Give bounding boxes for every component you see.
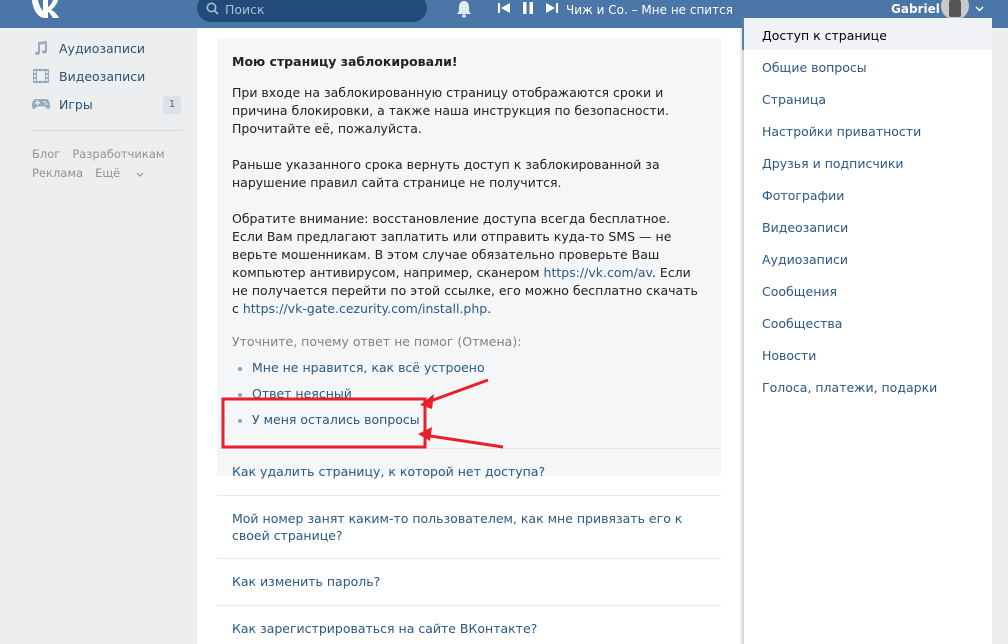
vk-logo[interactable] xyxy=(30,0,68,18)
search-input[interactable]: Поиск xyxy=(225,2,265,17)
feedback-cancel-link[interactable]: Отмена xyxy=(462,334,512,349)
faq-question-item[interactable]: Мой номер занят каким-то пользователем, … xyxy=(217,495,721,558)
active-item-indicator xyxy=(742,18,744,50)
faq-paragraph: Обратите внимание: восстановление доступ… xyxy=(232,210,702,318)
faq-title[interactable]: Мою страницу заблокировали! xyxy=(232,54,458,69)
faq-question-link[interactable]: Как зарегистрироваться на сайте ВКонтакт… xyxy=(232,620,702,637)
bell-icon[interactable] xyxy=(455,0,473,21)
category-payments[interactable]: Голоса, платежи, подарки xyxy=(762,380,937,395)
link-cezurity[interactable]: https://vk-gate.cezurity.com/install.php xyxy=(243,301,487,316)
search-box[interactable]: Поиск xyxy=(197,0,427,22)
faq-paragraph: Раньше указанного срока вернуть доступ к… xyxy=(232,157,660,190)
category-communities[interactable]: Сообщества xyxy=(762,316,842,331)
footer-link-ads[interactable]: Реклама xyxy=(32,166,83,180)
bullet xyxy=(238,393,242,397)
sidebar-item-video[interactable]: Видеозаписи xyxy=(30,62,182,90)
help-categories-menu: Доступ к странице Общие вопросы Страница… xyxy=(742,18,992,644)
footer-link-more[interactable]: Ещё xyxy=(95,166,144,180)
faq-question-link[interactable]: Как удалить страницу, к которой нет дост… xyxy=(232,463,702,480)
footer-link-blog[interactable]: Блог xyxy=(32,147,60,161)
sidebar-item-audio[interactable]: Аудиозаписи xyxy=(30,34,182,62)
feedback-prompt-suffix: ): xyxy=(512,334,522,349)
faq-question-item[interactable]: Как зарегистрироваться на сайте ВКонтакт… xyxy=(217,605,721,644)
feedback-prompt-text: Уточните, почему ответ не помог ( xyxy=(232,334,463,349)
bullet xyxy=(238,367,242,371)
link-vk-av[interactable]: https://vk.com/av xyxy=(544,265,652,280)
feedback-option-unclear[interactable]: Ответ неясный xyxy=(252,386,352,401)
previous-track-icon[interactable] xyxy=(497,1,511,15)
faq-text: Обратите внимание: восстановление доступ… xyxy=(232,211,671,226)
avatar[interactable] xyxy=(941,0,969,20)
film-icon xyxy=(33,69,49,83)
chevron-down-icon xyxy=(136,172,144,177)
sidebar-item-games[interactable]: Игры 1 xyxy=(30,90,182,118)
category-general[interactable]: Общие вопросы xyxy=(762,60,867,75)
sidebar-item-label: Аудиозаписи xyxy=(59,40,145,56)
sidebar-item-label: Видеозаписи xyxy=(59,68,146,84)
category-page[interactable]: Страница xyxy=(762,92,826,107)
category-friends[interactable]: Друзья и подписчики xyxy=(762,156,904,171)
music-icon xyxy=(35,41,47,55)
sidebar-item-label: Игры xyxy=(59,96,93,112)
sidebar-footer-links: Блог Разработчикам Реклама Ещё xyxy=(30,145,182,183)
search-icon xyxy=(206,2,219,15)
faq-question-link[interactable]: Как изменить пароль? xyxy=(232,573,702,590)
category-privacy[interactable]: Настройки приватности xyxy=(762,124,921,139)
sidebar-divider xyxy=(32,130,182,131)
current-track-title[interactable]: Чиж и Со. – Мне не спится xyxy=(566,3,733,17)
category-messages[interactable]: Сообщения xyxy=(762,284,837,299)
faq-question-link[interactable]: Мой номер занят каким-то пользователем, … xyxy=(232,510,702,544)
gamepad-icon xyxy=(32,99,50,110)
feedback-option-questions[interactable]: У меня остались вопросы xyxy=(252,412,420,427)
audio-player-controls xyxy=(497,1,559,15)
next-track-icon[interactable] xyxy=(545,1,559,15)
feedback-prompt: Уточните, почему ответ не помог (Отмена)… xyxy=(232,334,521,349)
faq-expanded-answer: Мою страницу заблокировали! При входе на… xyxy=(217,38,721,476)
category-access[interactable]: Доступ к странице xyxy=(762,28,887,43)
user-name[interactable]: Gabriel xyxy=(891,2,940,16)
faq-paragraph: При входе на заблокированную страницу от… xyxy=(232,85,669,136)
help-content: Мою страницу заблокировали! При входе на… xyxy=(197,28,740,644)
category-videos[interactable]: Видеозаписи xyxy=(762,220,848,235)
bullet xyxy=(238,419,242,423)
footer-more-label: Ещё xyxy=(95,166,121,180)
games-count-badge: 1 xyxy=(163,96,181,114)
category-photos[interactable]: Фотографии xyxy=(762,188,844,203)
faq-question-item[interactable]: Как изменить пароль? xyxy=(217,558,721,605)
faq-text: . xyxy=(487,301,492,316)
category-news[interactable]: Новости xyxy=(762,348,816,363)
feedback-option-dislike[interactable]: Мне не нравится, как всё устроено xyxy=(252,360,485,375)
category-audio[interactable]: Аудиозаписи xyxy=(762,252,848,267)
left-sidebar: Аудиозаписи Видеозаписи Игры 1 Блог Разра… xyxy=(30,34,182,183)
faq-question-item[interactable]: Как удалить страницу, к которой нет дост… xyxy=(217,448,721,495)
footer-link-developers[interactable]: Разработчикам xyxy=(72,147,164,161)
chevron-down-icon[interactable] xyxy=(975,6,984,12)
pause-icon[interactable] xyxy=(521,1,535,15)
